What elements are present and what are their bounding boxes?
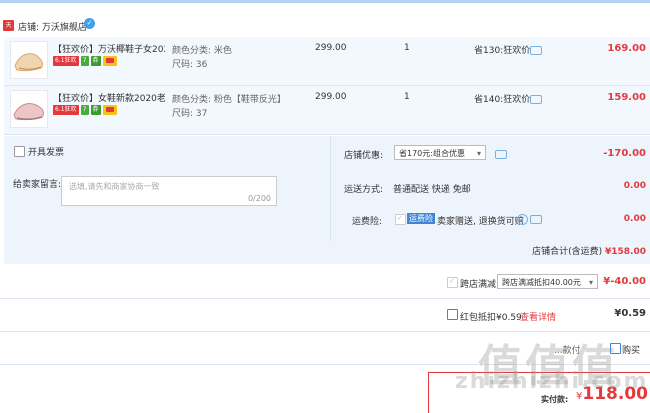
cross-store-checkbox[interactable] [447, 277, 458, 288]
insurance-label: 运费险: [352, 217, 383, 227]
tmall-shop-icon: 天猫 [3, 20, 14, 40]
chevron-down-icon: ▾ [588, 278, 593, 287]
message-placeholder: 选填,请先和商家协商一致 [69, 182, 160, 191]
buy-text: 购买 [622, 346, 641, 356]
promo-tag: 6.1狂欢 [53, 56, 79, 66]
discount-info: 省130:狂欢价 [474, 46, 531, 56]
promo-tags: 6.1狂欢 7 券 [53, 56, 117, 66]
comment-icon[interactable] [495, 150, 507, 159]
item-subtotal: 169.00 [607, 43, 646, 54]
shop-total-value: ¥158.00 [605, 247, 646, 257]
cross-store-label: 跨店满减 [460, 280, 497, 290]
redpacket-checkbox[interactable] [447, 309, 458, 320]
order-options: 开具发票 给卖家留言: 选填,请先和商家协商一致 0/200 店铺优惠: 省17… [4, 136, 650, 264]
comment-icon[interactable] [530, 215, 542, 224]
comment-icon[interactable] [530, 95, 542, 104]
comment-icon[interactable] [530, 46, 542, 55]
shop-discount-label: 店铺优惠: [344, 151, 384, 161]
delivery-amount: 0.00 [623, 181, 646, 191]
promo-tags: 6.1狂欢 7 券 [53, 105, 117, 115]
wangwang-chat-icon[interactable]: ✓ [84, 18, 95, 29]
top-border [0, 0, 650, 3]
shop-discount-select[interactable]: 省170元:组合优惠 ▾ [394, 145, 486, 160]
quantity: 1 [404, 92, 410, 102]
invoice-label: 开具发票 [28, 148, 65, 158]
seven-day-return-icon: 7 [80, 105, 89, 115]
redpacket-details-link[interactable]: 查看详情 [520, 310, 556, 323]
card-pay-icon [102, 105, 117, 115]
product-title[interactable]: 【狂欢价】女鞋新款2020老爹... [53, 91, 165, 104]
cross-store-value: 跨店满减抵扣40.00元 [502, 278, 581, 287]
coupon-icon: 券 [90, 105, 101, 115]
invoice-checkbox[interactable] [14, 146, 25, 157]
message-count: 0/200 [247, 194, 271, 203]
unit-price: 299.00 [315, 92, 347, 102]
redpacket-amount: ¥0.59 [614, 308, 646, 319]
chevron-down-icon: ▾ [476, 149, 481, 158]
insurance-text: 卖家赠送, 退换货可赔 [437, 217, 524, 227]
unit-price: 299.00 [315, 43, 347, 53]
shop-discount-value: 省170元:组合优惠 [399, 149, 465, 158]
watermark-url: zhizhizhi.com [455, 369, 649, 394]
item-subtotal: 159.00 [607, 92, 646, 103]
cross-store-select[interactable]: 跨店满减抵扣40.00元 ▾ [497, 274, 598, 289]
discount-info: 省140:狂欢价 [474, 95, 531, 105]
shop-name[interactable]: 店铺: 万沃旗舰店 [18, 20, 87, 33]
shoe-image-icon [13, 103, 44, 121]
product-thumbnail[interactable] [10, 41, 48, 79]
redpacket-label: 红包抵扣¥0.59 [460, 313, 522, 323]
shop-total-label: 店铺合计(含运费) [532, 247, 603, 257]
pay-label: 实付款: [541, 395, 569, 404]
product-thumbnail[interactable] [10, 90, 48, 128]
delivery-label: 运送方式: [344, 185, 384, 195]
insurance-badge: 运费险 [407, 213, 435, 224]
cross-store-amount: ¥-40.00 [603, 276, 646, 287]
coupon-icon: 券 [90, 56, 101, 66]
quantity: 1 [404, 43, 410, 53]
divider [330, 136, 331, 241]
shop-total: 店铺合计(含运费) ¥158.00 [532, 244, 646, 257]
message-input[interactable]: 选填,请先和商家协商一致 0/200 [61, 176, 277, 206]
help-icon[interactable]: ? [517, 214, 528, 225]
product-title[interactable]: 【狂欢价】万沃椰鞋子女2020... [53, 42, 165, 55]
message-label: 给卖家留言: [13, 180, 62, 190]
card-pay-icon [102, 56, 117, 66]
insurance-checkbox[interactable] [395, 214, 406, 225]
insurance-amount: 0.00 [623, 214, 646, 224]
order-item: 【狂欢价】万沃椰鞋子女2020... 6.1狂欢 7 券 颜色分类: 米色 尺码… [4, 37, 650, 86]
color-attr: 颜色分类: 米色 [172, 46, 232, 56]
delivery-method: 普通配送 快递 免邮 [393, 185, 471, 195]
divider [0, 298, 650, 299]
seven-day-return-icon: 7 [80, 56, 89, 66]
color-attr: 颜色分类: 粉色【鞋带反光】 [172, 95, 286, 105]
shop-discount-amount: -170.00 [603, 148, 646, 159]
shoe-image-icon [14, 53, 43, 72]
order-item: 【狂欢价】女鞋新款2020老爹... 6.1狂欢 7 券 颜色分类: 粉色【鞋带… [4, 86, 650, 135]
size-attr: 尺码: 36 [172, 60, 208, 70]
promo-tag: 6.1狂欢 [53, 105, 79, 115]
size-attr: 尺码: 37 [172, 109, 208, 119]
